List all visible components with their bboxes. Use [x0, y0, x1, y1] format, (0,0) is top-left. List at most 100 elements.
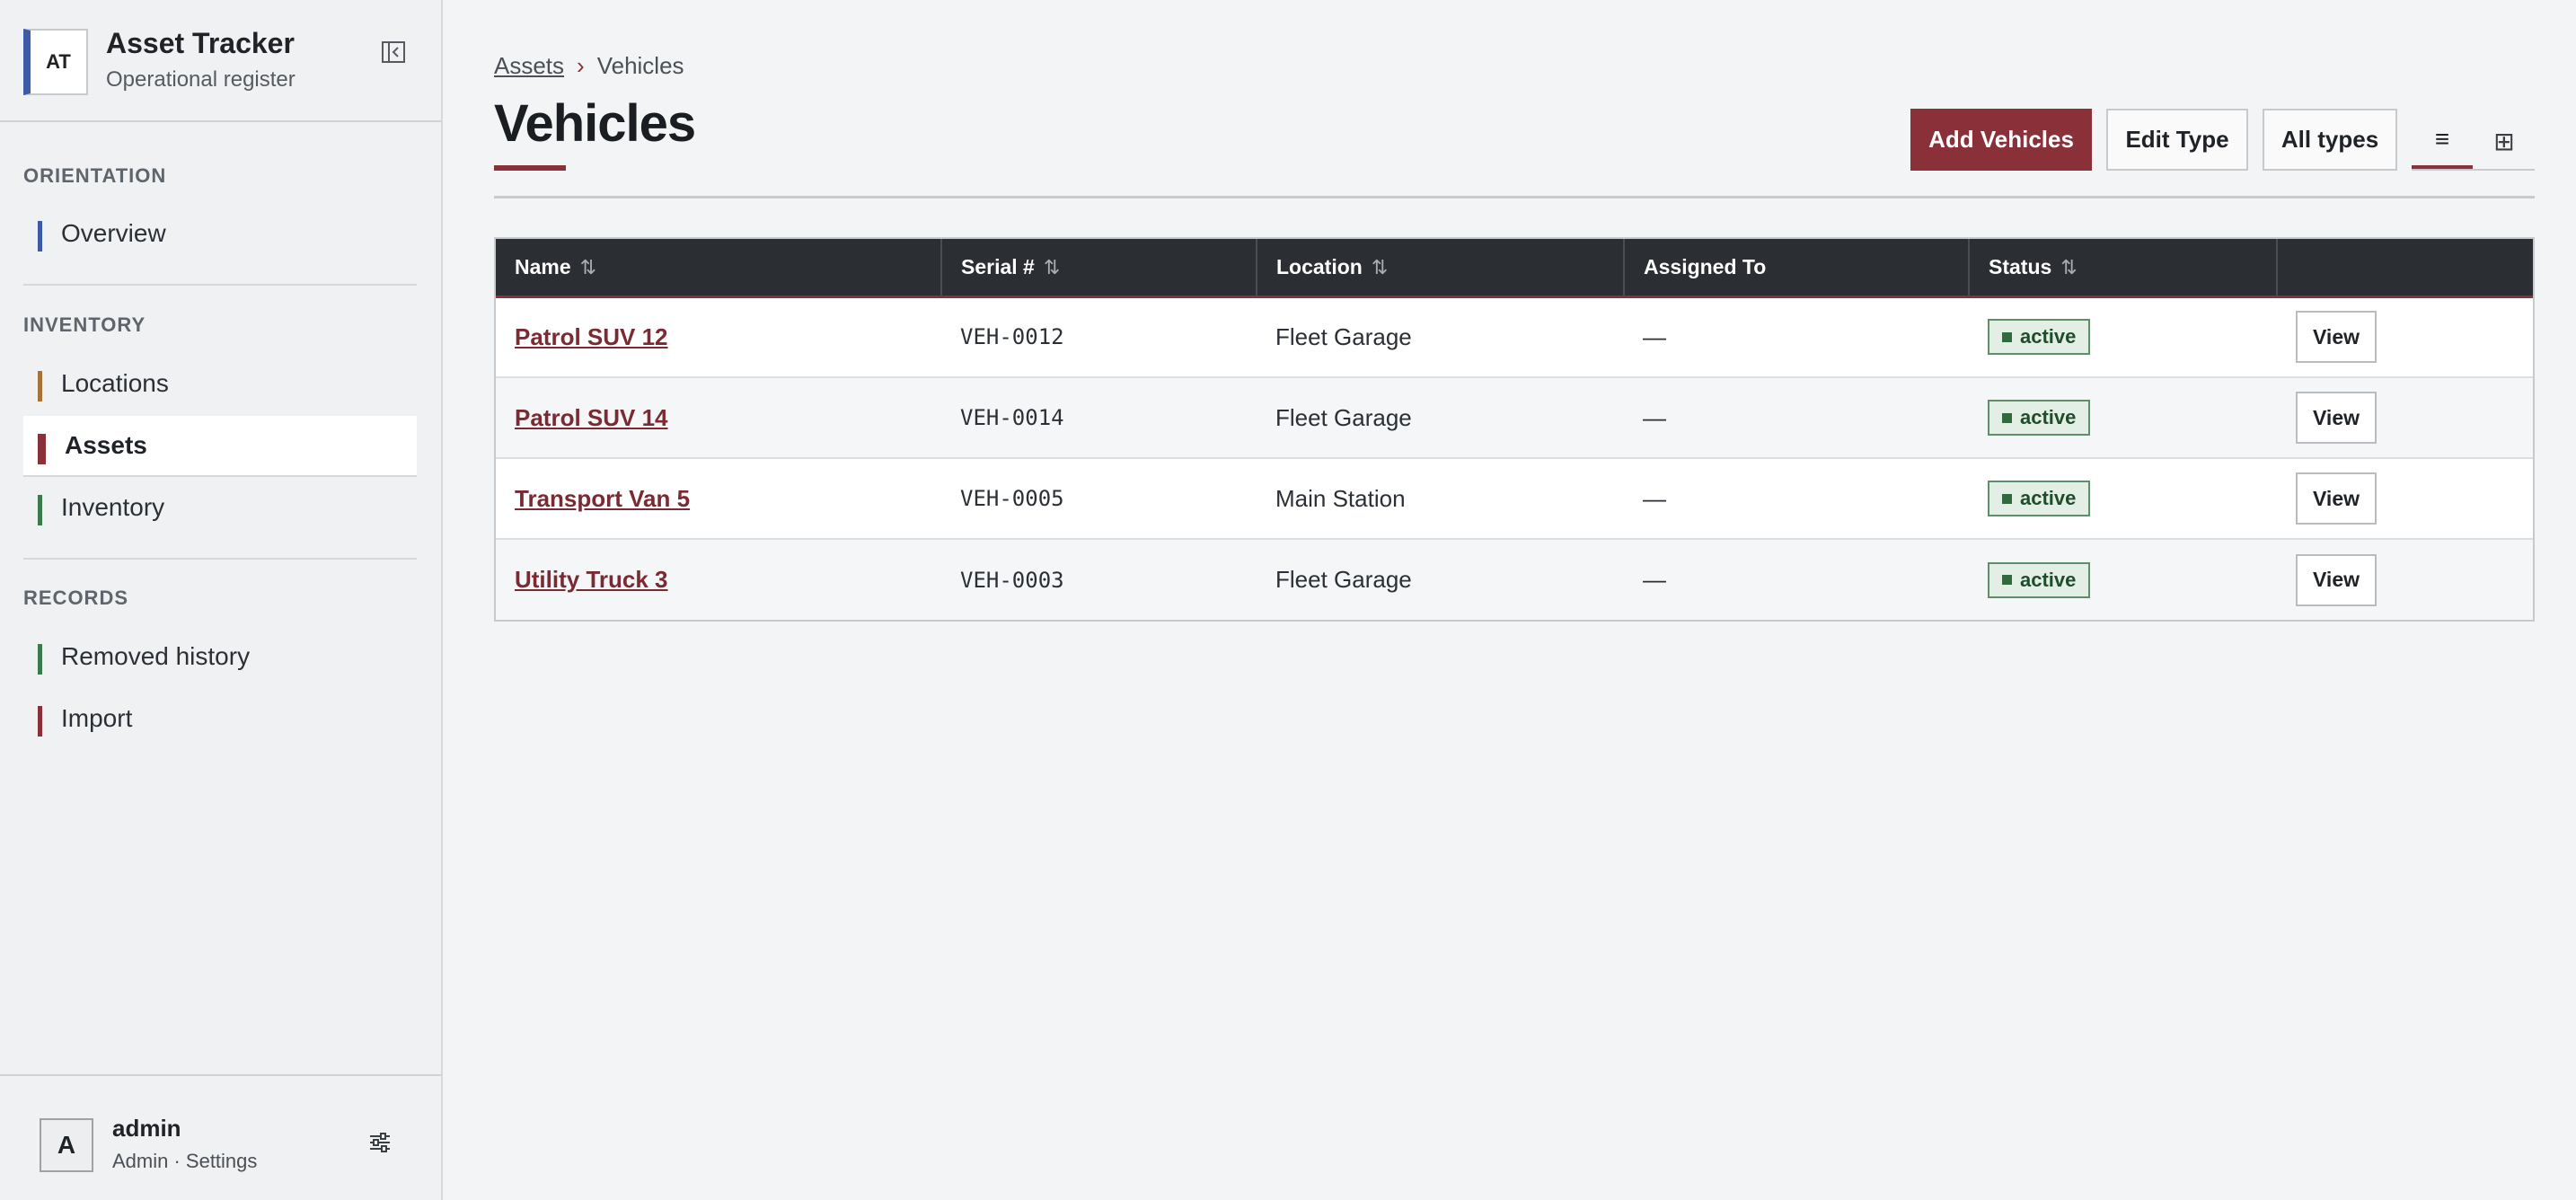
assigned-to-cell: — [1643, 484, 1666, 512]
header-divider [494, 196, 2535, 199]
serial-cell: VEH-0014 [960, 405, 1064, 430]
status-badge: active [1988, 319, 2091, 356]
nav-color-bar [38, 706, 42, 737]
assigned-to-cell: — [1643, 566, 1666, 593]
brand-header: AT Asset Tracker Operational register [0, 0, 441, 122]
serial-cell: VEH-0003 [960, 567, 1064, 593]
column-header-status[interactable]: Status ⇅ [1969, 239, 2278, 296]
edit-type-button[interactable]: Edit Type [2106, 109, 2248, 171]
view-button[interactable]: View [2296, 472, 2377, 525]
app-subtitle: Operational register [106, 67, 296, 92]
nav-color-bar [38, 495, 42, 525]
sort-icon[interactable]: ⇅ [580, 256, 596, 278]
breadcrumb-assets-link[interactable]: Assets [494, 52, 564, 80]
column-header-name[interactable]: Name ⇅ [496, 239, 942, 296]
vehicle-name-link[interactable]: Utility Truck 3 [515, 566, 668, 593]
column-header-location[interactable]: Location ⇅ [1257, 239, 1625, 296]
column-header-serial[interactable]: Serial # ⇅ [941, 239, 1257, 296]
sidebar-item-label: Removed history [61, 642, 251, 670]
sidebar: AT Asset Tracker Operational register OR… [0, 0, 443, 1200]
sidebar-item-locations[interactable]: Locations [23, 353, 417, 414]
nav-color-bar [38, 221, 42, 251]
table-row: Patrol SUV 12 VEH-0012 Fleet Garage — ac… [496, 296, 2533, 377]
assigned-to-cell: — [1643, 403, 1666, 431]
sidebar-item-label: Locations [61, 369, 169, 397]
page-title: Vehicles [494, 94, 696, 153]
sort-icon[interactable]: ⇅ [1044, 256, 1060, 278]
view-button[interactable]: View [2296, 392, 2377, 444]
user-name: admin [112, 1115, 181, 1142]
sidebar-item-label: Assets [65, 431, 147, 459]
location-cell: Fleet Garage [1275, 403, 1412, 431]
table-row: Patrol SUV 14 VEH-0014 Fleet Garage — ac… [496, 377, 2533, 458]
sidebar-item-label: Inventory [61, 493, 165, 521]
status-dot-icon [2002, 331, 2012, 342]
nav-color-bar [38, 434, 46, 464]
location-cell: Fleet Garage [1275, 322, 1412, 350]
sidebar-item-label: Import [61, 704, 133, 732]
nav-section-records: RECORDS [23, 587, 129, 609]
assigned-to-cell: — [1643, 322, 1666, 350]
avatar[interactable]: A [40, 1118, 93, 1172]
sidebar-item-import[interactable]: Import [23, 688, 417, 749]
app-logo[interactable]: AT [23, 29, 88, 95]
column-header-actions [2277, 239, 2533, 296]
table-header-row: Name ⇅ Serial # ⇅ Location ⇅ Assigned To St… [496, 239, 2533, 296]
sort-icon[interactable]: ⇅ [2060, 256, 2077, 278]
nav-section-inventory: INVENTORY [23, 313, 146, 336]
status-label: active [2020, 487, 2077, 509]
sliders-icon[interactable] [364, 1126, 396, 1159]
view-toggle-rule [2412, 169, 2535, 171]
status-label: active [2020, 406, 2077, 428]
user-role: Admin · Settings [112, 1150, 258, 1172]
column-header-label: Assigned To [1644, 254, 1767, 278]
serial-cell: VEH-0005 [960, 486, 1064, 511]
app-title: Asset Tracker [106, 27, 295, 59]
add-vehicles-button[interactable]: Add Vehicles [1910, 109, 2092, 171]
location-cell: Fleet Garage [1275, 566, 1412, 593]
vehicle-name-link[interactable]: Transport Van 5 [515, 485, 690, 512]
sidebar-item-label: Overview [61, 219, 166, 247]
status-badge: active [1988, 561, 2091, 598]
table-row: Utility Truck 3 VEH-0003 Fleet Garage — … [496, 539, 2533, 620]
user-footer: A admin Admin · Settings [0, 1074, 441, 1200]
status-dot-icon [2002, 412, 2012, 423]
breadcrumb-separator-icon: › [577, 52, 585, 79]
column-header-label: Location [1276, 254, 1363, 278]
view-button[interactable]: View [2296, 311, 2377, 364]
column-header-label: Name [515, 254, 571, 278]
all-types-button[interactable]: All types [2263, 109, 2397, 171]
status-dot-icon [2002, 575, 2012, 585]
grid-view-icon[interactable]: ⊞ [2474, 112, 2535, 170]
view-button[interactable]: View [2296, 553, 2377, 606]
breadcrumb-current: Vehicles [596, 52, 684, 79]
sidebar-item-inventory[interactable]: Inventory [23, 477, 417, 538]
status-dot-icon [2002, 493, 2012, 504]
nav-divider [23, 284, 417, 286]
sidebar-collapse-icon[interactable] [377, 36, 410, 68]
vehicle-name-link[interactable]: Patrol SUV 14 [515, 404, 668, 431]
breadcrumb: Assets › Vehicles [494, 52, 684, 80]
serial-cell: VEH-0012 [960, 324, 1064, 350]
sidebar-item-overview[interactable]: Overview [23, 203, 417, 264]
title-underline [494, 165, 566, 171]
sort-icon[interactable]: ⇅ [1372, 256, 1388, 278]
nav-section-orientation: ORIENTATION [23, 164, 167, 187]
column-header-label: Status [1989, 254, 2052, 278]
location-cell: Main Station [1275, 484, 1406, 512]
vehicles-table: Name ⇅ Serial # ⇅ Location ⇅ Assigned To St… [494, 237, 2535, 622]
table-row: Transport Van 5 VEH-0005 Main Station — … [496, 458, 2533, 539]
sidebar-item-removed-history[interactable]: Removed history [23, 626, 417, 687]
vehicle-name-link[interactable]: Patrol SUV 12 [515, 323, 668, 350]
column-header-assigned-to: Assigned To [1624, 239, 1970, 296]
sidebar-item-assets[interactable]: Assets [23, 416, 417, 477]
status-badge: active [1988, 400, 2091, 436]
nav-color-bar [38, 644, 42, 675]
status-badge: active [1988, 481, 2091, 516]
main-content: Assets › Vehicles Vehicles Add Vehicles … [445, 0, 2576, 1200]
nav-color-bar [38, 371, 42, 401]
nav-divider [23, 558, 417, 560]
status-label: active [2020, 568, 2077, 591]
list-view-icon[interactable]: ≡ [2412, 112, 2473, 170]
column-header-label: Serial # [961, 254, 1035, 278]
